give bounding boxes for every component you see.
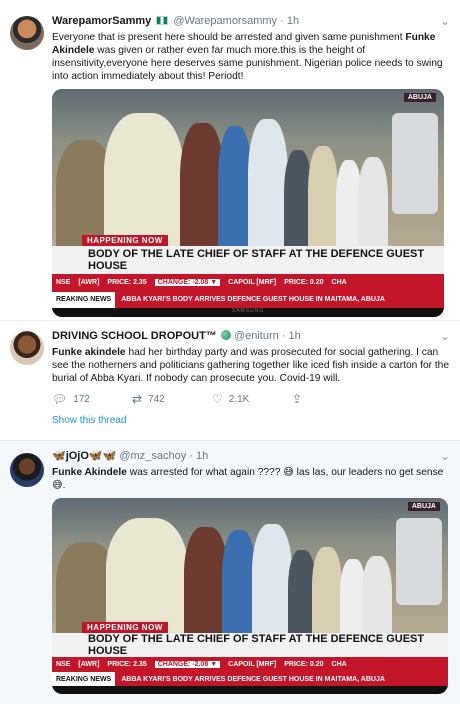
chevron-down-icon[interactable]: ⌄	[440, 14, 450, 29]
reply-button[interactable]: 💬︎ 172	[52, 393, 132, 405]
van	[392, 112, 438, 214]
photo-scene: ABUJA	[52, 89, 444, 258]
share-button[interactable]: ⇪	[292, 393, 372, 405]
retweet-button[interactable]: ⇄ 742	[132, 393, 212, 405]
tweet-header: 🦋jOjO🦋🦋 @mz_sachoy · 1h ⌄	[52, 449, 450, 464]
tweet-actions: 💬︎ 172 ⇄ 742 ♡ 2.1K ⇪	[52, 393, 450, 405]
location-tag: ABUJA	[407, 502, 440, 511]
tweet-text: Funke Akindele was arrested for what aga…	[52, 467, 444, 491]
retweet-icon: ⇄	[132, 392, 143, 406]
chevron-down-icon[interactable]: ⌄	[440, 449, 450, 464]
timestamp[interactable]: 1h	[289, 330, 301, 342]
user-handle[interactable]: @Warepamorsammy	[173, 15, 277, 27]
tweet[interactable]: DRIVING SCHOOL DROPOUT™ @eniturn · 1h ⌄ …	[0, 320, 460, 440]
tweet-text: Funke akindele had her birthday party an…	[52, 347, 449, 384]
tweet-media[interactable]: ABUJA HAPPENING NOW BODY OF THE LATE CHI…	[52, 498, 448, 694]
display-name[interactable]: DRIVING SCHOOL DROPOUT™	[52, 330, 217, 342]
like-button[interactable]: ♡ 2.1K	[212, 393, 292, 405]
happening-now-badge: HAPPENING NOW	[82, 235, 168, 247]
avatar[interactable]	[10, 16, 44, 50]
retweet-count: 742	[148, 393, 165, 405]
breaking-news-bar: REAKING NEWS ABBA KYARI'S BODY ARRIVES D…	[52, 672, 448, 687]
stock-ticker: NSE [AWR] PRICE: 2.35 CHANGE: -2.08 ▼ CA…	[52, 273, 444, 292]
van	[396, 518, 442, 606]
timestamp[interactable]: 1h	[287, 15, 299, 27]
stock-ticker: NSE [AWR] PRICE: 2.35 CHANGE: -2.08 ▼ CA…	[52, 656, 448, 673]
tweet-header: DRIVING SCHOOL DROPOUT™ @eniturn · 1h ⌄	[52, 329, 450, 344]
display-name[interactable]: 🦋jOjO🦋🦋	[52, 450, 116, 462]
avatar[interactable]	[10, 453, 44, 487]
tweet[interactable]: WarepamorSammy @Warepamorsammy · 1h ⌄ Ev…	[0, 0, 460, 320]
avatar[interactable]	[10, 331, 44, 365]
globe-emoji-icon	[220, 330, 231, 340]
display-name[interactable]: WarepamorSammy	[52, 15, 151, 27]
reply-count: 172	[73, 393, 90, 405]
location-tag: ABUJA	[403, 93, 436, 102]
breaking-news-bar: REAKING NEWS ABBA KYARI'S BODY ARRIVES D…	[52, 291, 444, 308]
news-headline: BODY OF THE LATE CHIEF OF STAFF AT THE D…	[52, 246, 444, 274]
reply-icon: 💬︎	[52, 392, 68, 406]
chevron-down-icon[interactable]: ⌄	[440, 329, 450, 344]
user-handle[interactable]: @mz_sachoy	[119, 450, 186, 462]
tweet[interactable]: 🦋jOjO🦋🦋 @mz_sachoy · 1h ⌄ Funke Akindele…	[0, 440, 460, 704]
tweet-media[interactable]: ABUJA HAPPENING NOW BODY OF THE LATE CHI…	[52, 89, 444, 317]
like-count: 2.1K	[228, 393, 250, 405]
tweet-text: Everyone that is present here should be …	[52, 32, 443, 82]
news-headline: BODY OF THE LATE CHIEF OF STAFF AT THE D…	[52, 633, 448, 657]
share-icon: ⇪	[292, 392, 303, 406]
happening-now-badge: HAPPENING NOW	[82, 622, 168, 634]
tv-brand: SAMSUNG	[231, 307, 265, 314]
user-handle[interactable]: @eniturn	[234, 330, 279, 342]
nigeria-flag-icon	[156, 16, 169, 25]
show-thread-link[interactable]: Show this thread	[52, 415, 450, 426]
timestamp[interactable]: 1h	[196, 450, 208, 462]
tweet-header: WarepamorSammy @Warepamorsammy · 1h ⌄	[52, 14, 450, 29]
heart-icon: ♡	[212, 392, 223, 406]
